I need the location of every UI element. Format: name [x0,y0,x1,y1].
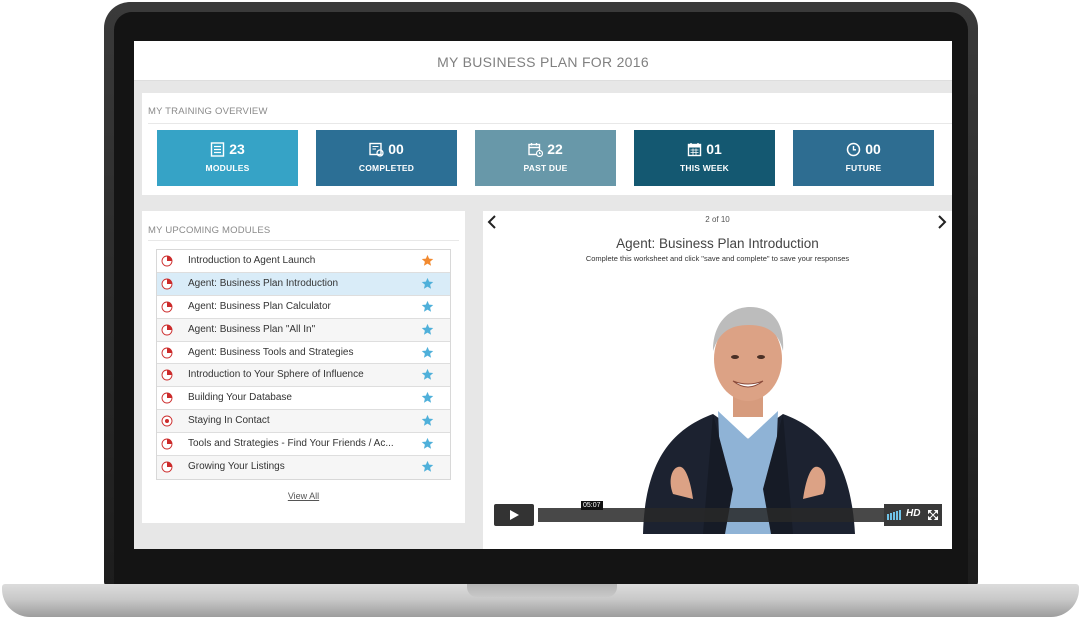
video-control-right: HD [884,504,942,526]
star-icon[interactable] [421,254,434,267]
stat-count: 00 [388,141,404,157]
upcoming-modules-panel: MY UPCOMING MODULES Introduction to Agen… [142,211,465,523]
stat-tile-past-due[interactable]: 22 PAST DUE [475,130,616,186]
star-icon[interactable] [421,368,434,381]
module-row[interactable]: Introduction to Your Sphere of Influence [157,364,450,388]
stat-count: 23 [229,141,245,157]
progress-pie-icon [161,438,173,450]
video-time: 05:07 [581,501,603,510]
module-name: Staying In Contact [188,415,270,427]
volume-icon[interactable] [887,510,903,520]
module-name: Introduction to Agent Launch [188,255,316,266]
stat-tile-this-week[interactable]: 01 THIS WEEK [634,130,775,186]
module-name: Agent: Business Plan Introduction [188,277,339,289]
fullscreen-icon[interactable] [928,510,938,520]
stat-label: COMPLETED [358,163,415,173]
star-icon[interactable] [421,437,434,450]
laptop-screen: MY BUSINESS PLAN FOR 2016 MY TRAINING OV… [134,41,952,549]
module-row[interactable]: Building Your Database [157,387,450,411]
star-icon[interactable] [421,323,434,336]
progress-pie-icon [161,255,173,267]
module-row[interactable]: Agent: Business Plan "All In" [157,318,450,342]
hd-toggle[interactable]: HD [906,508,920,519]
video-title: Agent: Business Plan Introduction [616,236,819,251]
certificate-icon [369,142,384,157]
stat-count: 00 [865,141,881,157]
progress-pie-icon [161,392,173,404]
chevron-right-icon[interactable] [936,214,948,230]
video-player-panel: 2 of 10 Agent: Business Plan Introductio… [483,211,952,549]
module-name: Growing Your Listings [188,461,285,473]
star-icon[interactable] [421,300,434,313]
star-icon[interactable] [421,414,434,427]
progress-pie-icon [161,347,173,359]
star-icon[interactable] [421,277,434,290]
progress-pie-icon [161,301,173,313]
module-row[interactable]: Growing Your Listings [157,456,450,479]
module-row[interactable]: Agent: Business Plan Calculator [157,295,450,319]
module-name: Agent: Business Plan "All In" [188,323,316,335]
list-icon [210,141,225,157]
star-icon[interactable] [421,346,434,359]
stat-label: FUTURE [845,163,882,173]
module-name: Agent: Business Tools and Strategies [188,346,354,358]
video-subtitle: Complete this worksheet and click "save … [585,254,850,263]
play-icon [510,510,519,520]
view-all-link[interactable]: View All [142,491,465,501]
module-name: Building Your Database [188,392,292,404]
stat-tile-completed[interactable]: 00 COMPLETED [316,130,457,186]
module-name: Introduction to Your Sphere of Influence [188,369,364,381]
video-progress-bar[interactable]: 05:07 [538,501,884,522]
module-row[interactable]: Agent: Business Plan Introduction [157,272,450,296]
stat-label: MODULES [205,163,250,173]
module-name: Tools and Strategies - Find Your Friends… [188,438,394,450]
star-icon[interactable] [421,460,434,473]
module-row[interactable]: Introduction to Agent Launch [157,250,450,273]
progress-pie-icon [161,370,173,381]
calendar-clock-icon [528,142,544,157]
training-overview-label: MY TRAINING OVERVIEW [148,106,268,117]
training-overview-panel: MY TRAINING OVERVIEW 23 MODULES 00 COMPLETE… [142,93,952,195]
stat-count: 22 [547,141,563,157]
stat-label: PAST DUE [523,163,568,173]
stat-tile-future[interactable]: 00 FUTURE [793,130,934,186]
play-button[interactable] [494,504,534,526]
upcoming-modules-label: MY UPCOMING MODULES [148,225,271,236]
stat-tile-modules[interactable]: 23 MODULES [157,130,298,186]
module-list: Introduction to Agent Launch Agent: Busin… [156,249,451,480]
video-controls: 05:07 HD [494,501,942,526]
star-icon[interactable] [421,391,434,404]
laptop-mockup: MY BUSINESS PLAN FOR 2016 MY TRAINING OV… [0,0,1081,619]
stat-count: 01 [706,141,722,157]
progress-pie-icon [161,324,173,336]
module-name: Agent: Business Plan Calculator [188,300,331,312]
slide-pager: 2 of 10 [705,215,730,224]
stat-label: THIS WEEK [679,163,730,173]
progress-pie-icon [161,461,173,473]
module-row[interactable]: Agent: Business Tools and Strategies [157,341,450,365]
clock-icon [846,142,861,157]
presenter-video-frame[interactable] [633,289,863,534]
progress-pie-icon [161,415,173,427]
calendar-icon [687,142,702,157]
module-row[interactable]: Staying In Contact [157,410,450,434]
progress-pie-icon [161,278,173,290]
page-title: MY BUSINESS PLAN FOR 2016 [134,41,952,81]
module-row[interactable]: Tools and Strategies - Find Your Friends… [157,433,450,457]
laptop-notch [467,584,617,597]
